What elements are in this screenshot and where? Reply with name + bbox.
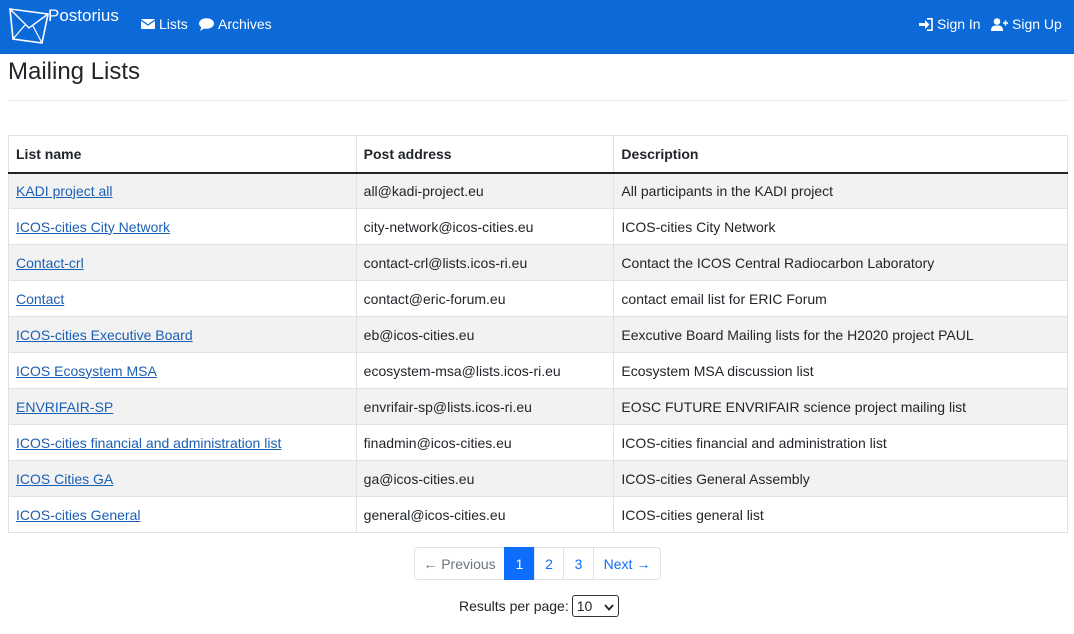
chevron-down-icon	[604, 598, 614, 614]
table-row: ICOS-cities Executive Board eb@icos-citie…	[8, 316, 1068, 353]
page-3-button[interactable]: 3	[563, 547, 594, 580]
page-1-button[interactable]: 1	[504, 547, 535, 580]
list-name-cell: Contact	[8, 280, 357, 317]
list-name-cell: Contact-crl	[8, 244, 357, 281]
description-cell: Ecosystem MSA discussion list	[613, 352, 1068, 389]
page-title: Mailing Lists	[8, 58, 141, 85]
comment-icon	[199, 17, 214, 31]
pagination: ← Previous 1 2 3 Next →	[414, 547, 661, 580]
post-address-cell: ga@icos-cities.eu	[355, 460, 615, 497]
nav-lists-link[interactable]: Lists	[141, 16, 188, 32]
list-name-cell: ICOS-cities City Network	[8, 208, 357, 245]
description-cell: All participants in the KADI project	[613, 172, 1068, 209]
list-name-link[interactable]: Contact-crl	[16, 255, 84, 271]
sign-up-link[interactable]: Sign Up	[991, 16, 1062, 32]
list-name-cell: ENVRIFAIR-SP	[8, 388, 357, 425]
next-page-button[interactable]: Next →	[593, 547, 661, 580]
description-cell: EOSC FUTURE ENVRIFAIR science project ma…	[613, 388, 1068, 425]
list-name-link[interactable]: ICOS-cities General	[16, 507, 140, 523]
list-name-link[interactable]: ICOS Cities GA	[16, 471, 113, 487]
list-name-link[interactable]: ICOS Ecosystem MSA	[16, 363, 157, 379]
brand-name[interactable]: Postorius	[48, 6, 119, 26]
list-name-cell: ICOS-cities financial and administration…	[8, 424, 357, 461]
list-name-cell: ICOS Ecosystem MSA	[8, 352, 357, 389]
previous-page-button[interactable]: ← Previous	[414, 547, 505, 580]
description-cell: Contact the ICOS Central Radiocarbon Lab…	[613, 244, 1068, 281]
column-header-list-name: List name	[8, 135, 357, 174]
table-row: ICOS-cities City Network city-network@ico…	[8, 208, 1068, 245]
description-cell: ICOS-cities general list	[613, 496, 1068, 533]
mailing-lists-table: List name Post address Description KADI …	[8, 135, 1068, 533]
table-row: KADI project all all@kadi-project.eu All p…	[8, 172, 1068, 209]
description-cell: contact email list for ERIC Forum	[613, 280, 1068, 317]
list-name-cell: ICOS Cities GA	[8, 460, 357, 497]
list-name-link[interactable]: ICOS-cities Executive Board	[16, 327, 193, 343]
post-address-cell: general@icos-cities.eu	[355, 496, 615, 533]
table-row: ICOS-cities General general@icos-cities.e…	[8, 496, 1068, 533]
description-cell: ICOS-cities City Network	[613, 208, 1068, 245]
post-address-cell: finadmin@icos-cities.eu	[355, 424, 615, 461]
table-row: ICOS Cities GA ga@icos-cities.eu ICOS-citi…	[8, 460, 1068, 497]
table-row: Contact-crl contact-crl@lists.icos-ri.eu C…	[8, 244, 1068, 281]
description-cell: Eexcutive Board Mailing lists for the H2…	[613, 316, 1068, 353]
results-per-page: Results per page: 10	[459, 595, 619, 617]
nav-lists-label: Lists	[159, 16, 188, 32]
envelope-icon	[141, 18, 155, 30]
column-header-description: Description	[613, 135, 1068, 174]
list-name-link[interactable]: ENVRIFAIR-SP	[16, 399, 113, 415]
post-address-cell: ecosystem-msa@lists.icos-ri.eu	[355, 352, 615, 389]
sign-in-link[interactable]: Sign In	[919, 16, 981, 32]
list-name-link[interactable]: ICOS-cities financial and administration…	[16, 435, 281, 451]
table-row: ICOS Ecosystem MSA ecosystem-msa@lists.ic…	[8, 352, 1068, 389]
post-address-cell: all@kadi-project.eu	[355, 172, 615, 209]
description-cell: ICOS-cities financial and administration…	[613, 424, 1068, 461]
postorius-logo-icon	[8, 6, 50, 44]
results-per-page-select[interactable]: 10	[571, 595, 619, 617]
top-navbar: Postorius Lists Archives Sign In Sign Up	[0, 0, 1074, 54]
table-row: Contact contact@eric-forum.eu contact emai…	[8, 280, 1068, 317]
table-row: ENVRIFAIR-SP envrifair-sp@lists.icos-ri.e…	[8, 388, 1068, 425]
column-header-post-address: Post address	[355, 135, 615, 174]
post-address-cell: envrifair-sp@lists.icos-ri.eu	[355, 388, 615, 425]
results-per-page-value: 10	[576, 598, 593, 614]
sign-in-icon	[919, 17, 933, 31]
brand-link[interactable]	[8, 6, 50, 46]
list-name-cell: ICOS-cities Executive Board	[8, 316, 357, 353]
table-header-row: List name Post address Description	[8, 135, 1068, 174]
post-address-cell: contact@eric-forum.eu	[355, 280, 615, 317]
description-cell: ICOS-cities General Assembly	[613, 460, 1068, 497]
nav-archives-link[interactable]: Archives	[199, 16, 272, 32]
sign-up-label: Sign Up	[1012, 16, 1062, 32]
table-row: ICOS-cities financial and administration…	[8, 424, 1068, 461]
post-address-cell: contact-crl@lists.icos-ri.eu	[355, 244, 615, 281]
list-name-link[interactable]: KADI project all	[16, 183, 112, 199]
nav-archives-label: Archives	[218, 16, 272, 32]
list-name-cell: KADI project all	[8, 172, 357, 209]
title-divider	[8, 100, 1068, 101]
post-address-cell: eb@icos-cities.eu	[355, 316, 615, 353]
sign-in-label: Sign In	[937, 16, 981, 32]
list-name-link[interactable]: ICOS-cities City Network	[16, 219, 170, 235]
results-per-page-label: Results per page:	[459, 598, 569, 614]
list-name-link[interactable]: Contact	[16, 291, 64, 307]
list-name-cell: ICOS-cities General	[8, 496, 357, 533]
page-2-button[interactable]: 2	[534, 547, 564, 580]
post-address-cell: city-network@icos-cities.eu	[355, 208, 615, 245]
user-plus-icon	[991, 17, 1008, 31]
